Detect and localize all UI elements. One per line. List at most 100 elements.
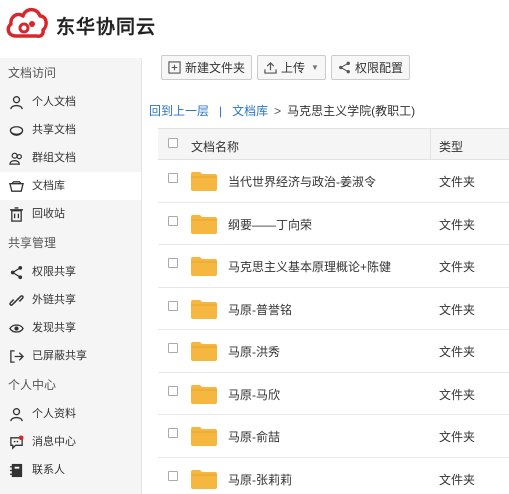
sidebar-item-label: 发现共享 (32, 322, 76, 334)
message-icon (8, 434, 24, 450)
file-type: 文件夹 (439, 387, 476, 402)
new-folder-button[interactable]: 新建文件夹 (161, 55, 253, 80)
table-row[interactable]: 马原-洪秀 文件夹 (158, 330, 509, 373)
sidebar-item-link-share[interactable]: 外链共享 (0, 286, 141, 314)
breadcrumb-arrow: > (274, 103, 282, 118)
sidebar-item-personal-docs[interactable]: 个人文档 (0, 88, 141, 116)
sidebar-item-label: 权限共享 (32, 266, 76, 278)
row-checkbox[interactable] (168, 215, 178, 226)
back-link[interactable]: 回到上一层 (149, 102, 209, 119)
table-row[interactable]: 马原-普誉铭 文件夹 (158, 288, 509, 330)
row-checkbox[interactable] (168, 470, 178, 481)
section-share-manage: 共享管理 (8, 236, 57, 250)
file-name[interactable]: 马原-俞喆 (228, 428, 280, 445)
file-name[interactable]: 马原-张莉莉 (228, 471, 292, 488)
table-row[interactable]: 当代世界经济与政治-姜淑令 文件夹 (158, 160, 509, 203)
row-checkbox[interactable] (168, 385, 178, 396)
sidebar-item-label: 文档库 (32, 180, 65, 192)
sidebar-item-label: 消息中心 (32, 436, 76, 448)
file-type: 文件夹 (439, 217, 476, 232)
shared-docs-icon (8, 122, 24, 138)
sidebar-item-label: 外链共享 (32, 294, 76, 306)
folder-icon (191, 256, 217, 276)
folder-icon (191, 299, 217, 319)
table-header: 文档名称 类型 (158, 128, 509, 160)
column-header-name[interactable]: 文档名称 (191, 138, 239, 155)
row-checkbox[interactable] (168, 300, 178, 311)
table-body: 当代世界经济与政治-姜淑令 文件夹 纲要——丁向荣 文件夹 马克思主义基本原理概论+陈健… (158, 160, 509, 494)
permission-config-label: 权限配置 (354, 61, 403, 75)
file-type: 文件夹 (439, 175, 476, 189)
section-doc-access: 文档访问 (8, 66, 57, 80)
file-type: 文件夹 (439, 430, 476, 444)
column-header-type[interactable]: 类型 (439, 138, 463, 155)
contacts-icon (8, 462, 24, 478)
sidebar: 文档访问 个人文档 共享文档 群组文档 文档库 回收站 共享管理 权限共享 外链… (0, 58, 142, 494)
table-row[interactable]: 纲要——丁向荣 文件夹 (158, 203, 509, 245)
sidebar-item-permission-share[interactable]: 权限共享 (0, 258, 141, 286)
breadcrumb: 回到上一层 | 文档库 > 马克思主义学院(教职工) (149, 102, 415, 119)
file-name[interactable]: 纲要——丁向荣 (228, 216, 312, 233)
share-icon (339, 61, 350, 74)
eye-icon (8, 320, 24, 336)
folder-icon (191, 426, 217, 446)
table-row[interactable]: 马原-马欣 文件夹 (158, 373, 509, 415)
trash-icon (8, 206, 24, 222)
sidebar-item-contacts[interactable]: 联系人 (0, 456, 141, 484)
table-row[interactable]: 马原-张莉莉 文件夹 (158, 458, 509, 494)
sidebar-item-profile[interactable]: 个人资料 (0, 400, 141, 428)
sidebar-item-messages[interactable]: 消息中心 (0, 428, 141, 456)
sidebar-item-label: 共享文档 (32, 124, 76, 136)
sidebar-item-label: 回收站 (32, 208, 65, 220)
sidebar-item-group-docs[interactable]: 群组文档 (0, 144, 141, 172)
file-name[interactable]: 马原-洪秀 (228, 343, 280, 360)
folder-icon (191, 341, 217, 361)
upload-icon (264, 62, 277, 74)
share-icon (8, 264, 24, 280)
sidebar-item-discover-share[interactable]: 发现共享 (0, 314, 141, 342)
toolbar: 新建文件夹 上传 ▼ 权限配置 (161, 55, 410, 81)
sidebar-item-label: 群组文档 (32, 152, 76, 164)
profile-icon (8, 406, 24, 422)
table-row[interactable]: 马克思主义基本原理概论+陈健 文件夹 (158, 245, 509, 288)
row-checkbox[interactable] (168, 258, 178, 268)
person-icon (8, 94, 24, 110)
section-personal-center: 个人中心 (8, 378, 57, 392)
sidebar-item-blocked-share[interactable]: 已屏蔽共享 (0, 342, 141, 370)
library-icon (8, 178, 24, 194)
blocked-share-icon (8, 348, 24, 364)
file-name[interactable]: 马原-马欣 (228, 386, 280, 403)
brand-name: 东华协同云 (56, 17, 157, 38)
breadcrumb-separator: | (219, 103, 223, 118)
permission-config-button[interactable]: 权限配置 (330, 55, 410, 80)
sidebar-item-shared-docs[interactable]: 共享文档 (0, 116, 141, 144)
breadcrumb-library-link[interactable]: 文档库 (232, 102, 268, 119)
file-name[interactable]: 马原-普誉铭 (228, 301, 292, 318)
file-type: 文件夹 (439, 472, 476, 487)
folder-icon (191, 171, 217, 191)
row-checkbox[interactable] (168, 428, 178, 438)
app-header: 东华协同云 (0, 0, 509, 46)
folder-icon (191, 469, 217, 489)
file-name[interactable]: 马克思主义基本原理概论+陈健 (228, 258, 391, 275)
group-icon (8, 150, 24, 166)
sidebar-item-recycle-bin[interactable]: 回收站 (0, 200, 141, 228)
row-checkbox[interactable] (168, 173, 178, 183)
file-type: 文件夹 (439, 260, 476, 274)
upload-label: 上传 (281, 61, 306, 75)
sidebar-item-library[interactable]: 文档库 (0, 172, 141, 200)
cloud-logo-icon (6, 7, 48, 38)
table-row[interactable]: 马原-俞喆 文件夹 (158, 415, 509, 458)
row-checkbox[interactable] (168, 343, 178, 353)
chevron-down-icon: ▼ (311, 63, 319, 72)
sidebar-item-label: 联系人 (32, 464, 65, 476)
select-all-checkbox[interactable] (168, 138, 178, 148)
file-name[interactable]: 当代世界经济与政治-姜淑令 (228, 173, 376, 190)
breadcrumb-current: 马克思主义学院(教职工) (287, 104, 416, 118)
folder-icon (191, 214, 217, 234)
new-folder-icon (168, 61, 181, 74)
sidebar-item-label: 已屏蔽共享 (32, 350, 87, 362)
file-type: 文件夹 (439, 302, 476, 317)
column-divider (430, 129, 431, 160)
upload-button[interactable]: 上传 ▼ (257, 55, 326, 80)
